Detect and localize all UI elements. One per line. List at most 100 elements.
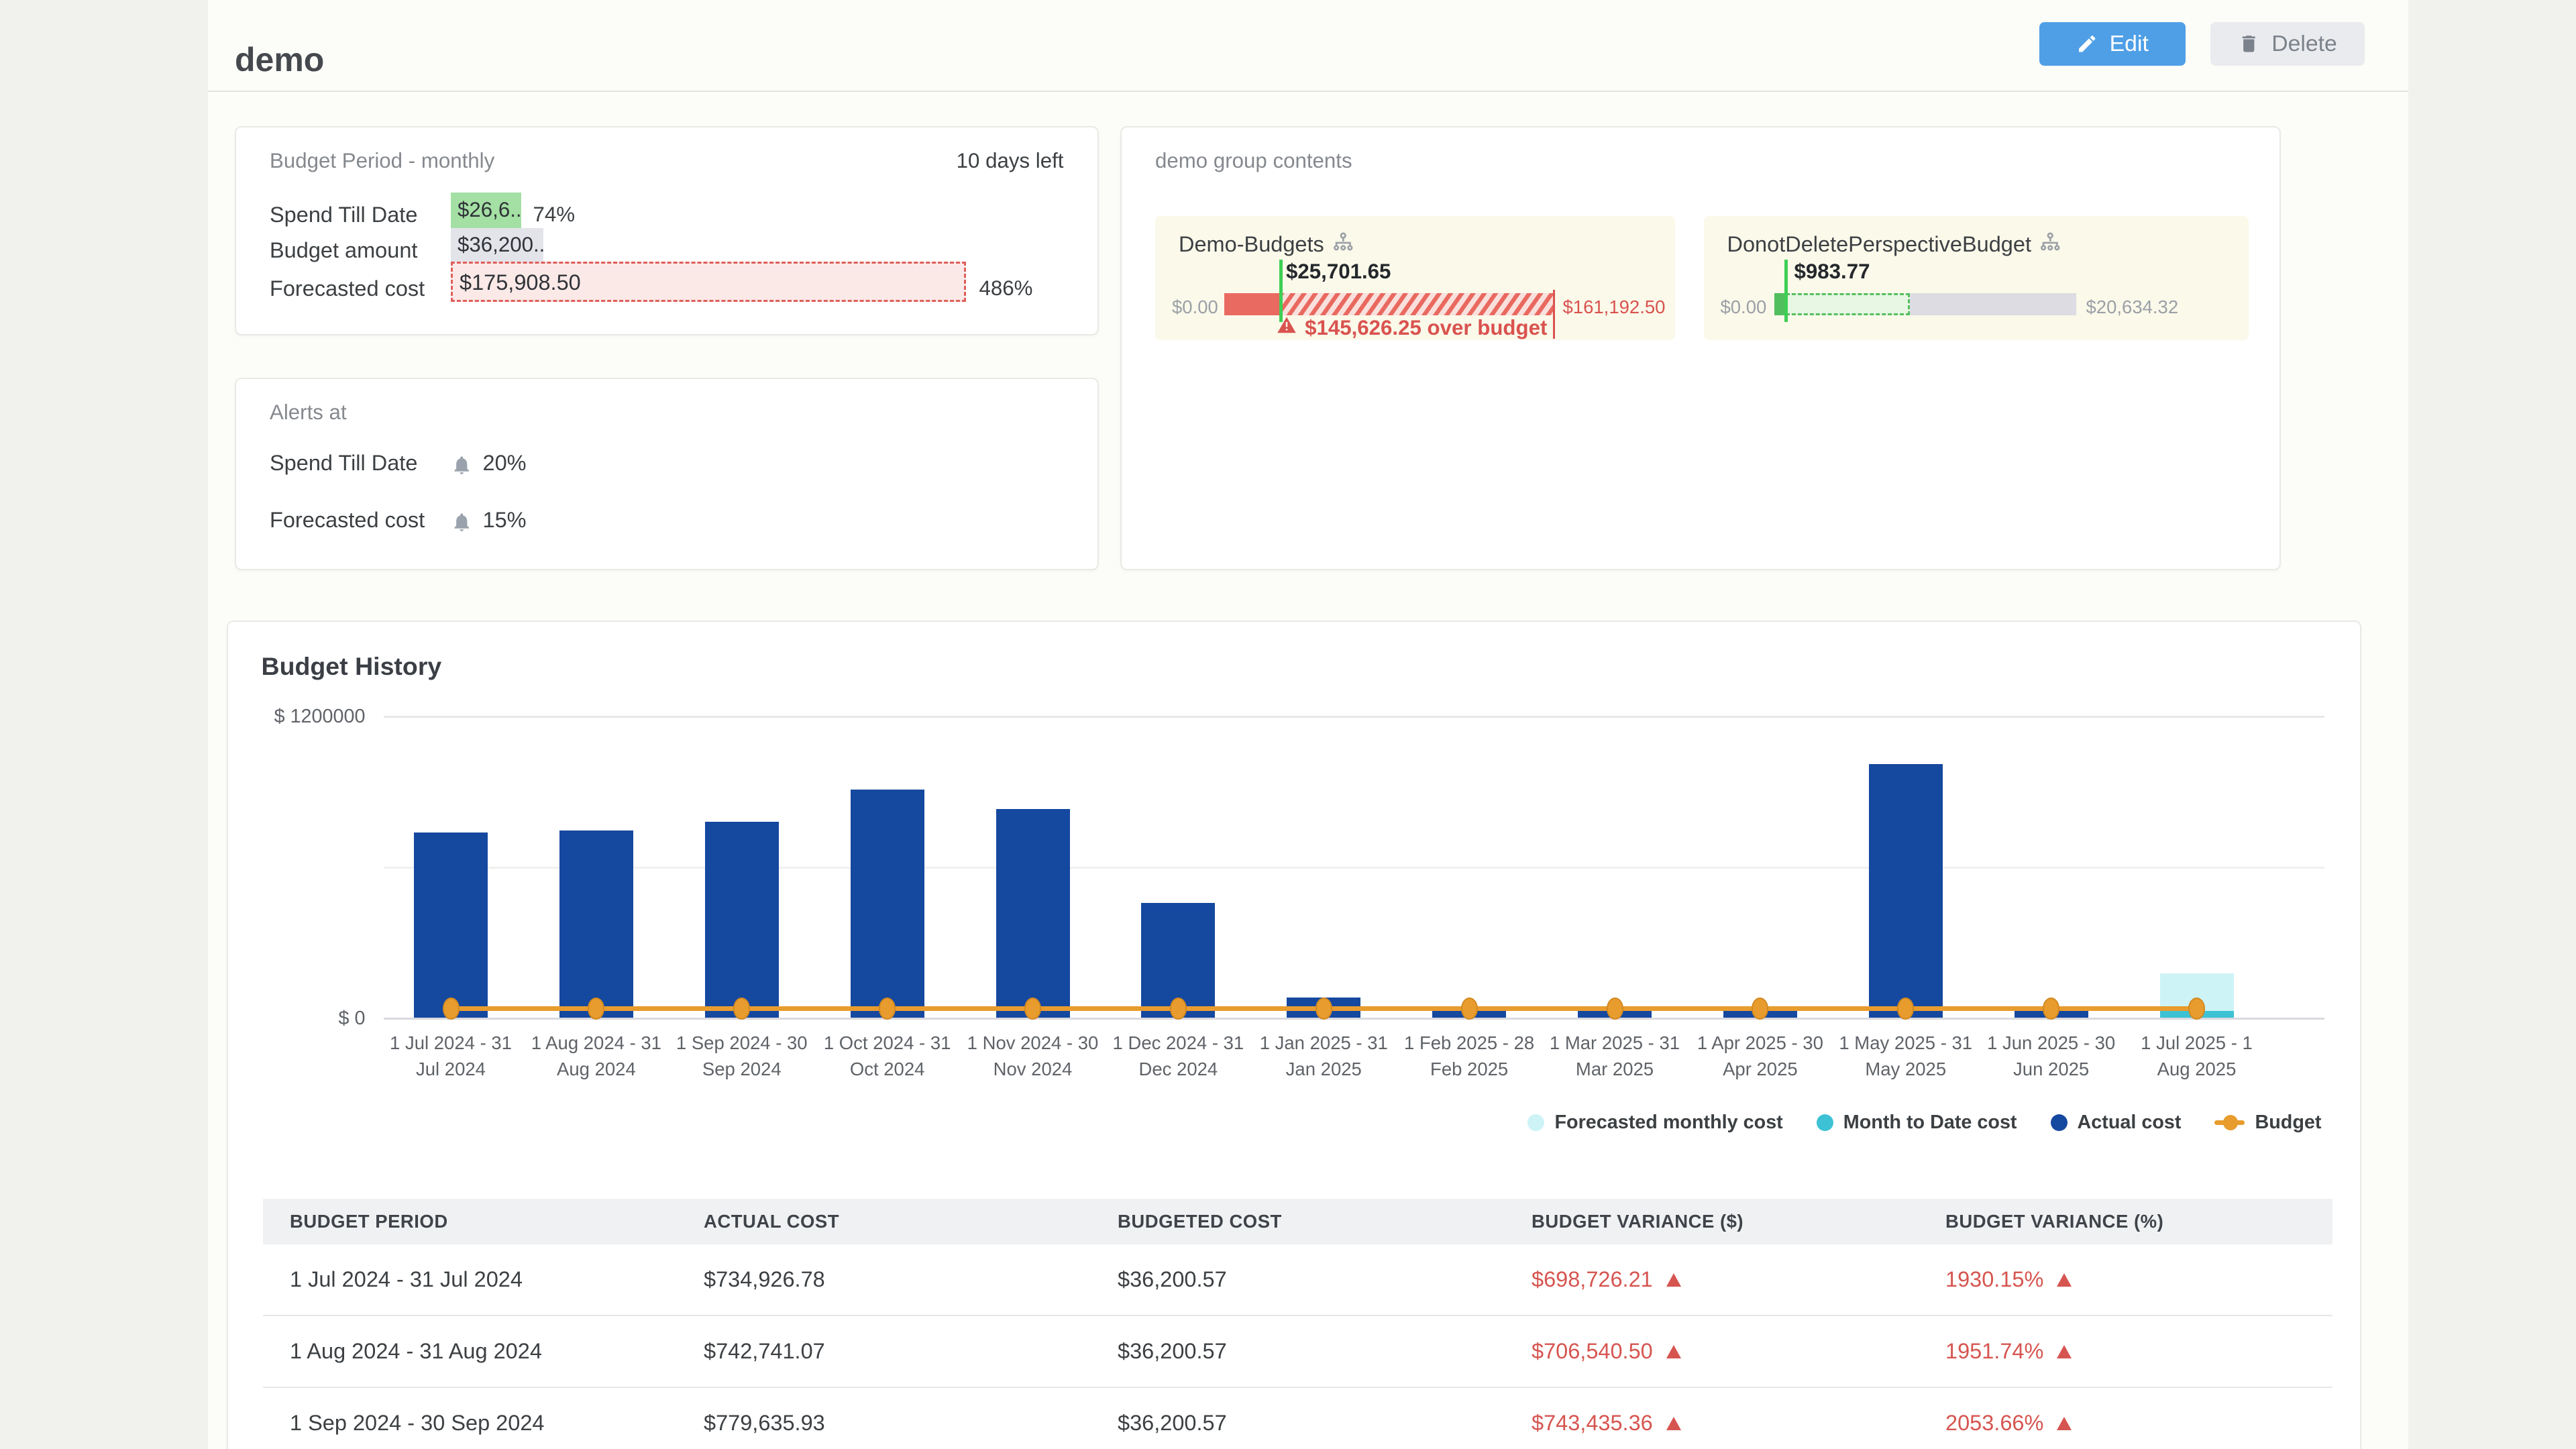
x-axis-label: 1 Sep 2024 - 30Sep 2024 bbox=[668, 1030, 816, 1083]
budget-marker bbox=[1752, 998, 1768, 1020]
legend-label: Forecasted monthly cost bbox=[1554, 1112, 1782, 1134]
x-axis-label: 1 Nov 2024 - 30Nov 2024 bbox=[959, 1030, 1107, 1083]
budget-marker-line bbox=[1279, 260, 1283, 322]
x-axis-label: 1 Oct 2024 - 31Oct 2024 bbox=[814, 1030, 961, 1083]
spend-till-date-percent: 74% bbox=[533, 203, 576, 227]
alert-forecast-label: Forecasted cost bbox=[270, 508, 425, 533]
x-axis-label: 1 Apr 2025 - 30Apr 2025 bbox=[1686, 1030, 1834, 1083]
x-axis-label: 1 Jul 2025 - 1Aug 2025 bbox=[2123, 1030, 2271, 1083]
page-title: demo bbox=[235, 40, 324, 79]
table-cell: $36,200.57 bbox=[1091, 1339, 1505, 1364]
alerts-card: Alerts at Spend Till Date 20% Forecasted… bbox=[235, 378, 1099, 571]
table-row: 1 Aug 2024 - 31 Aug 2024$742,741.07$36,2… bbox=[263, 1316, 2332, 1388]
y-axis-max-label: $ 1200000 bbox=[228, 706, 366, 728]
top-bar: demo Edit Delete bbox=[208, 0, 2408, 92]
main-column: demo Edit Delete Budget Period - monthly… bbox=[208, 0, 2408, 1449]
budget-history-title: Budget History bbox=[262, 652, 442, 681]
up-triangle-icon bbox=[1666, 1273, 1681, 1287]
page: demo Edit Delete Budget Period - monthly… bbox=[0, 0, 2576, 1449]
delete-button-label: Delete bbox=[2271, 31, 2337, 57]
actual-cost-bar bbox=[996, 809, 1070, 1018]
budget-marker bbox=[1607, 998, 1623, 1020]
tile-name: Demo-Budgets bbox=[1179, 232, 1324, 257]
budget-marker bbox=[2043, 998, 2059, 1020]
forecasted-cost-label: Forecasted cost bbox=[270, 276, 425, 301]
table-row: 1 Jul 2024 - 31 Jul 2024$734,926.78$36,2… bbox=[263, 1244, 2332, 1316]
table-cell: $734,926.78 bbox=[677, 1267, 1091, 1292]
table-cell: 1930.15% bbox=[1919, 1267, 2332, 1292]
legend-item: Forecasted monthly cost bbox=[1527, 1112, 1782, 1134]
table-cell: $36,200.57 bbox=[1091, 1267, 1505, 1292]
budget-tile-demo-budgets[interactable]: Demo-Budgets $25,701.65 $0.00 $161,192.5… bbox=[1155, 216, 1675, 340]
budget-period-card: Budget Period - monthly 10 days left Spe… bbox=[235, 126, 1099, 336]
actual-cost-bar bbox=[414, 833, 488, 1018]
budget-marker-line bbox=[1784, 260, 1788, 322]
table-cell: 1 Sep 2024 - 30 Sep 2024 bbox=[263, 1411, 677, 1436]
edit-button[interactable]: Edit bbox=[2039, 22, 2186, 66]
legend-label: Month to Date cost bbox=[1843, 1112, 2017, 1134]
table-cell: $742,741.07 bbox=[677, 1339, 1091, 1364]
group-contents-title: demo group contents bbox=[1155, 149, 1352, 173]
x-axis-label: 1 Jan 2025 - 31Jan 2025 bbox=[1250, 1030, 1397, 1083]
chart-legend: Forecasted monthly cost Month to Date cos… bbox=[1527, 1112, 2321, 1134]
y-axis-zero-label: $ 0 bbox=[228, 1008, 366, 1030]
alerts-card-title: Alerts at bbox=[270, 400, 347, 425]
spent-segment bbox=[1224, 293, 1280, 315]
tile-min-value: $0.00 bbox=[1721, 297, 1767, 318]
gridline-top bbox=[384, 716, 2324, 718]
tile-max-value: $20,634.32 bbox=[2086, 297, 2179, 318]
x-axis-label: 1 May 2025 - 31May 2025 bbox=[1832, 1030, 1980, 1083]
budget-line-marker-icon bbox=[2214, 1120, 2245, 1126]
budget-marker bbox=[1316, 998, 1332, 1020]
days-left-label: 10 days left bbox=[957, 149, 1064, 173]
x-axis-label: 1 Feb 2025 - 28Feb 2025 bbox=[1395, 1030, 1543, 1083]
table-cell: $779,635.93 bbox=[677, 1411, 1091, 1436]
mini-budget-bar bbox=[1774, 293, 2076, 315]
spend-till-date-value: $26,6... bbox=[451, 193, 521, 228]
remaining-segment bbox=[1910, 293, 2076, 315]
warning-icon bbox=[1277, 315, 1297, 341]
up-triangle-icon bbox=[1666, 1417, 1681, 1430]
tile-marker-value: $983.77 bbox=[1794, 260, 1870, 284]
alert-spend-label: Spend Till Date bbox=[270, 451, 417, 476]
org-chart-icon bbox=[1332, 231, 1354, 259]
x-axis-label: 1 Dec 2024 - 31Dec 2024 bbox=[1104, 1030, 1252, 1083]
x-axis-label: 1 Jun 2025 - 30Jun 2025 bbox=[1978, 1030, 2125, 1083]
legend-item: Budget bbox=[2214, 1112, 2321, 1134]
up-triangle-icon bbox=[2057, 1273, 2072, 1287]
mini-budget-bar bbox=[1224, 293, 1553, 315]
actual-cost-bar bbox=[559, 830, 633, 1018]
budget-period-card-title: Budget Period - monthly bbox=[270, 149, 494, 173]
edit-button-label: Edit bbox=[2110, 31, 2149, 57]
forecast-segment bbox=[1786, 293, 1910, 315]
legend-dot-icon bbox=[2051, 1114, 2068, 1131]
up-triangle-icon bbox=[2057, 1345, 2072, 1358]
table-header-cell: BUDGETED COST bbox=[1091, 1211, 1505, 1232]
budget-history-card: Budget History $ 1200000 $ 0 1 Jul 2024 … bbox=[227, 621, 2362, 1449]
budget-tile-donotdelete[interactable]: DonotDeletePerspectiveBudget $983.77 $0.… bbox=[1704, 216, 2249, 340]
table-cell: $36,200.57 bbox=[1091, 1411, 1505, 1436]
legend-label: Actual cost bbox=[2078, 1112, 2182, 1134]
over-budget-label: $145,626.25 over budget bbox=[1305, 316, 1547, 340]
table-header-cell: BUDGET VARIANCE (%) bbox=[1919, 1211, 2332, 1232]
budget-marker bbox=[1897, 998, 1914, 1020]
table-header-cell: BUDGET VARIANCE ($) bbox=[1505, 1211, 1919, 1232]
alert-spend-value: 20% bbox=[483, 451, 527, 476]
spend-till-date-label: Spend Till Date bbox=[270, 203, 417, 227]
budget-marker bbox=[443, 998, 460, 1020]
tile-min-value: $0.00 bbox=[1172, 297, 1218, 318]
table-cell: 1 Jul 2024 - 31 Jul 2024 bbox=[263, 1267, 677, 1292]
x-axis-label: 1 Jul 2024 - 31Jul 2024 bbox=[377, 1030, 525, 1083]
tile-marker-value: $25,701.65 bbox=[1286, 260, 1391, 284]
delete-button[interactable]: Delete bbox=[2210, 22, 2365, 66]
budget-marker bbox=[1461, 998, 1478, 1020]
legend-item: Month to Date cost bbox=[1817, 1112, 2017, 1134]
budget-amount-value: $36,200.... bbox=[451, 228, 543, 264]
table-header-cell: BUDGET PERIOD bbox=[263, 1211, 677, 1232]
x-axis-line bbox=[384, 1018, 2324, 1020]
legend-dot-icon bbox=[1817, 1114, 1833, 1131]
budget-marker bbox=[879, 998, 896, 1020]
table-header-cell: ACTUAL COST bbox=[677, 1211, 1091, 1232]
budget-marker bbox=[588, 998, 604, 1020]
trash-icon bbox=[2238, 33, 2260, 55]
